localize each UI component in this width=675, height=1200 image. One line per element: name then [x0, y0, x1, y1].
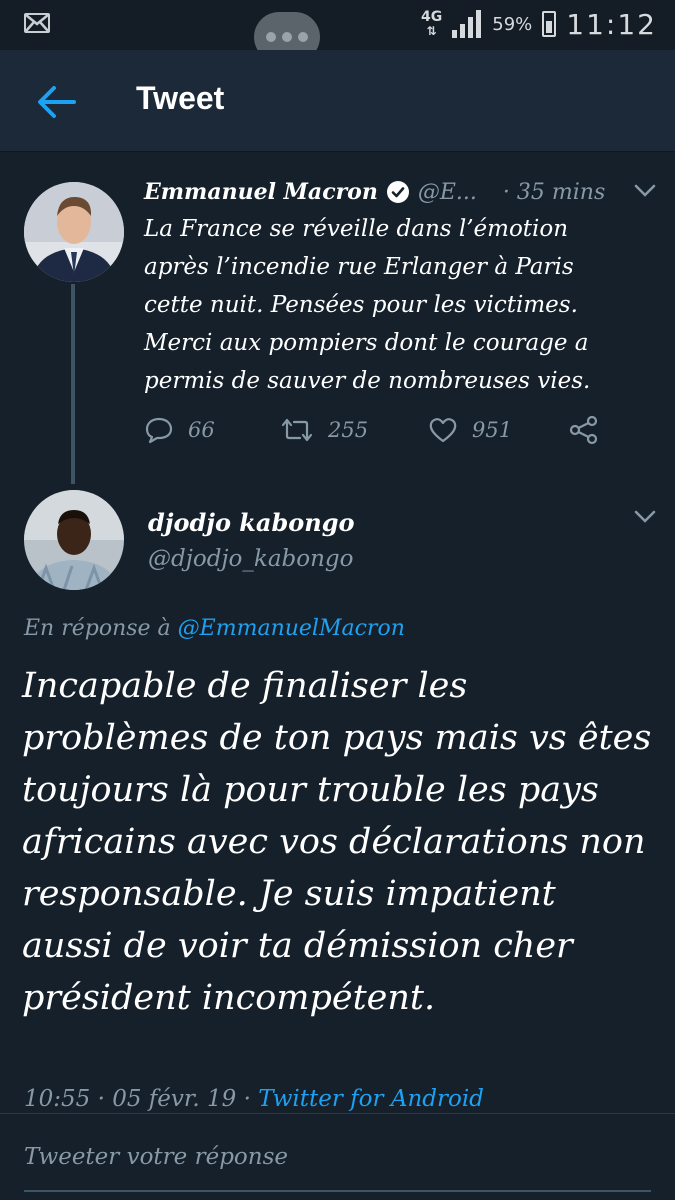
- tweet-text: La France se réveille dans l’émotion apr…: [144, 216, 591, 394]
- author-handle[interactable]: @E...: [418, 180, 477, 205]
- page-title: Tweet: [136, 80, 225, 116]
- tweet-timestamp: 10:55 · 05 févr. 19 ·: [24, 1086, 259, 1112]
- reply-button[interactable]: 66: [144, 416, 280, 444]
- like-count: 951: [472, 418, 513, 442]
- status-clock: 11:12: [566, 7, 657, 41]
- share-button[interactable]: [568, 415, 600, 445]
- heart-icon: [429, 418, 457, 443]
- like-button[interactable]: 951: [428, 416, 568, 444]
- battery-percent: 59%: [492, 13, 533, 35]
- tweet-actions: 66 255 951: [144, 412, 604, 448]
- reply-tweet-text: Incapable de finaliser les problèmes de …: [22, 666, 652, 1018]
- battery-icon: [542, 11, 557, 37]
- signal-icon: [452, 10, 482, 38]
- in-reply-prefix: En réponse à: [24, 616, 178, 641]
- reply-icon: [145, 417, 173, 444]
- reply-input[interactable]: Tweeter votre réponse: [24, 1144, 288, 1170]
- verified-badge-icon: [386, 181, 409, 203]
- reply-author-name[interactable]: djodjo kabongo: [148, 508, 355, 537]
- tweet-header: Emmanuel Macron @E... · 35 mins: [144, 176, 664, 208]
- retweet-icon: [281, 418, 313, 442]
- input-underline: [24, 1190, 651, 1192]
- back-arrow-icon[interactable]: [36, 84, 76, 120]
- author-name[interactable]: Emmanuel Macron: [144, 179, 378, 205]
- share-icon: [569, 415, 598, 445]
- thread-line: [71, 284, 75, 484]
- avatar-djodjo[interactable]: [24, 490, 124, 590]
- tweet-meta: 10:55 · 05 févr. 19 · Twitter for Androi…: [24, 1086, 484, 1112]
- chevron-down-icon[interactable]: [634, 510, 656, 524]
- mail-icon: [24, 13, 50, 33]
- reply-author-handle[interactable]: @djodjo_kabongo: [148, 546, 354, 572]
- status-bar: 4G ⇅ 59% 11:12: [0, 0, 675, 62]
- retweet-count: 255: [328, 418, 369, 442]
- network-indicator: 4G ⇅: [421, 9, 443, 38]
- tweet-time: · 35 mins: [502, 179, 606, 205]
- app-bar: Tweet: [0, 50, 675, 152]
- in-reply-mention-link[interactable]: @EmmanuelMacron: [178, 616, 405, 641]
- chevron-down-icon[interactable]: [634, 184, 656, 198]
- client-link[interactable]: Twitter for Android: [258, 1086, 484, 1112]
- avatar-macron[interactable]: [24, 182, 124, 282]
- reply-composer: Tweeter votre réponse: [0, 1113, 675, 1200]
- reply-count: 66: [188, 418, 215, 442]
- retweet-button[interactable]: 255: [280, 416, 428, 444]
- status-right: 4G ⇅ 59% 11:12: [421, 4, 657, 44]
- in-reply-to: En réponse à @EmmanuelMacron: [24, 616, 405, 641]
